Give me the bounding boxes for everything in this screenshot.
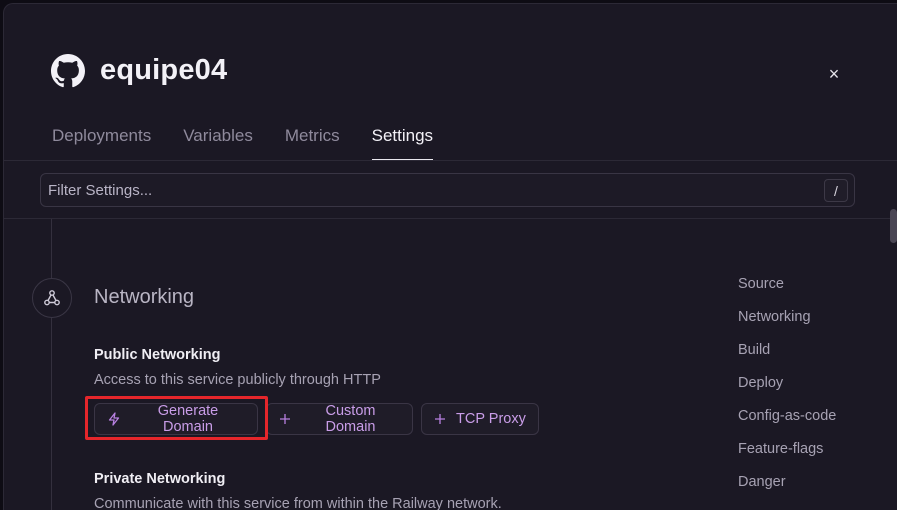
side-nav-danger[interactable]: Danger [738, 474, 836, 507]
public-networking-description: Access to this service publicly through … [94, 372, 381, 388]
tab-metrics[interactable]: Metrics [285, 126, 340, 160]
service-settings-panel: equipe04 × Deployments Variables Metrics… [3, 3, 897, 510]
private-networking-title: Private Networking [94, 471, 226, 487]
filter-divider [4, 218, 897, 219]
public-networking-actions: Generate Domain Custom Domain TCP Proxy [94, 403, 539, 435]
timeline-line [51, 219, 52, 510]
side-nav-networking[interactable]: Networking [738, 309, 836, 342]
service-title: equipe04 [100, 54, 228, 86]
section-node [32, 278, 72, 318]
settings-side-nav: Source Networking Build Deploy Config-as… [738, 276, 836, 507]
filter-settings-field: / [40, 173, 855, 207]
side-nav-deploy[interactable]: Deploy [738, 375, 836, 408]
side-nav-feature-flags[interactable]: Feature-flags [738, 441, 836, 474]
plus-icon [279, 413, 291, 425]
public-networking-title: Public Networking [94, 347, 221, 363]
tab-bar: Deployments Variables Metrics Settings [52, 126, 465, 161]
shortcut-key-hint: / [824, 179, 848, 202]
side-nav-config-as-code[interactable]: Config-as-code [738, 408, 836, 441]
close-icon: × [828, 63, 840, 84]
generate-domain-button[interactable]: Generate Domain [94, 403, 258, 435]
side-nav-source[interactable]: Source [738, 276, 836, 309]
custom-domain-label: Custom Domain [325, 403, 376, 435]
generate-domain-label: Generate Domain [157, 403, 219, 435]
lightning-icon [107, 412, 121, 426]
side-nav-build[interactable]: Build [738, 342, 836, 375]
tcp-proxy-label: TCP Proxy [456, 411, 526, 427]
plus-icon [434, 413, 446, 425]
tabs-divider [4, 160, 897, 161]
custom-domain-button[interactable]: Custom Domain [266, 403, 413, 435]
close-button[interactable]: × [823, 63, 845, 85]
github-icon [51, 54, 85, 88]
network-nodes-icon [44, 290, 60, 306]
private-networking-description: Communicate with this service from withi… [94, 496, 502, 510]
filter-settings-input[interactable] [41, 174, 821, 206]
section-title: Networking [94, 286, 195, 308]
tab-variables[interactable]: Variables [183, 126, 253, 160]
tab-deployments[interactable]: Deployments [52, 126, 151, 160]
tcp-proxy-button[interactable]: TCP Proxy [421, 403, 539, 435]
scrollbar-thumb[interactable] [890, 209, 897, 243]
tab-settings[interactable]: Settings [371, 126, 434, 161]
